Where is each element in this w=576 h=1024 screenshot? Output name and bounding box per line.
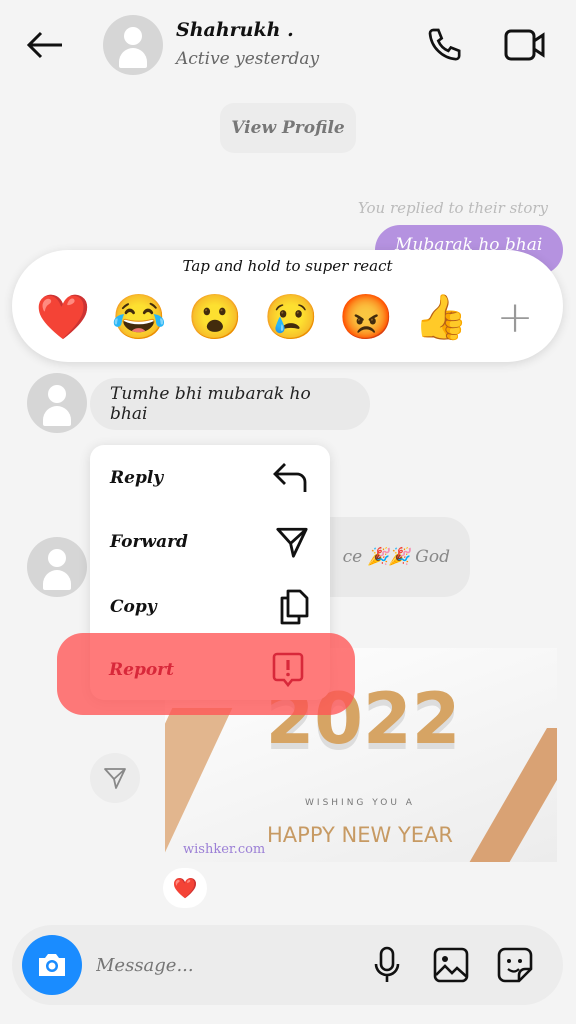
send-icon bbox=[104, 768, 126, 789]
reaction-laugh[interactable]: 😂 bbox=[109, 292, 169, 344]
avatar bbox=[27, 373, 87, 433]
wishing-text: WISHING YOU A bbox=[305, 798, 415, 808]
message-input[interactable] bbox=[96, 950, 346, 980]
reaction-wow[interactable]: 😮 bbox=[185, 292, 245, 344]
super-react-hint: Tap and hold to super react bbox=[182, 257, 393, 275]
forward-icon bbox=[276, 527, 308, 558]
camera-button[interactable] bbox=[22, 935, 82, 995]
copy-icon bbox=[280, 589, 309, 625]
avatar bbox=[27, 537, 87, 597]
reaction-thumbs-up[interactable]: 👍 bbox=[411, 292, 471, 344]
avatar[interactable] bbox=[103, 15, 163, 75]
forward-label: Forward bbox=[110, 532, 188, 552]
reaction-heart[interactable]: ❤️ bbox=[33, 292, 93, 344]
reaction-sad[interactable]: 😢 bbox=[261, 292, 321, 344]
back-arrow-icon[interactable] bbox=[25, 30, 65, 60]
more-reactions-plus-icon[interactable]: + bbox=[485, 292, 545, 344]
reply-label: Reply bbox=[110, 468, 164, 488]
menu-item-report[interactable]: Report bbox=[57, 633, 355, 715]
copy-label: Copy bbox=[110, 597, 157, 617]
story-reply-note: You replied to their story bbox=[357, 199, 548, 217]
video-call-icon[interactable] bbox=[504, 28, 546, 62]
camera-icon bbox=[39, 954, 65, 976]
received-message-bubble[interactable]: Tumhe bhi mubarak ho bhai bbox=[90, 378, 370, 430]
greeting-text: HAPPY NEW YEAR bbox=[267, 823, 453, 847]
phone-icon[interactable] bbox=[425, 25, 465, 65]
report-icon bbox=[272, 652, 304, 688]
microphone-icon[interactable] bbox=[372, 945, 402, 985]
menu-item-reply[interactable]: Reply bbox=[90, 453, 330, 503]
report-label: Report bbox=[109, 660, 174, 680]
active-status: Active yesterday bbox=[176, 49, 320, 69]
reply-icon bbox=[273, 463, 307, 492]
menu-item-copy[interactable]: Copy bbox=[90, 582, 330, 632]
contact-name[interactable]: Shahrukh . bbox=[176, 19, 294, 41]
sticker-icon[interactable] bbox=[497, 947, 533, 983]
menu-item-forward[interactable]: Forward bbox=[90, 517, 330, 567]
message-composer bbox=[12, 925, 563, 1005]
reaction-bar: Tap and hold to super react ❤️ 😂 😮 😢 😡 👍… bbox=[12, 250, 563, 362]
reaction-angry[interactable]: 😡 bbox=[336, 292, 396, 344]
share-button[interactable] bbox=[90, 753, 140, 803]
watermark: wishker.com bbox=[183, 842, 266, 857]
gallery-icon[interactable] bbox=[433, 947, 469, 983]
heart-reaction-badge[interactable]: ❤️ bbox=[163, 868, 207, 908]
view-profile-button[interactable]: View Profile bbox=[220, 103, 356, 153]
